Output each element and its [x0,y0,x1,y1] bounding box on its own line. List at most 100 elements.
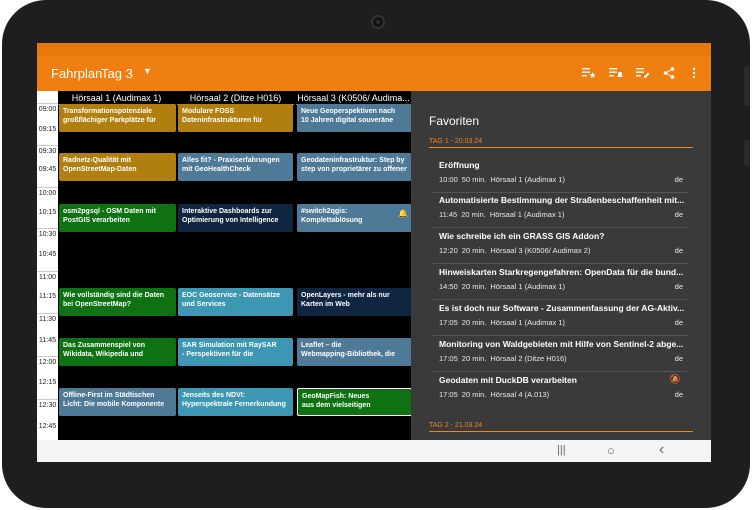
time-label: 10:30 [38,231,57,238]
list-divider [433,299,689,300]
event-card[interactable]: GeoMapFish: Neues aus dem vielseitigen [297,388,411,416]
favorite-item[interactable]: Wie schreibe ich ein GRASS GIS Addon? 12:… [439,231,687,256]
time-tick [37,313,58,314]
event-card[interactable]: Jenseits des NDVI: Hyperspektrale Fernerk… [178,388,293,416]
event-title-line-1: EOC Geoservice - Datensätze [182,292,281,299]
favorite-time: 11:45 [439,210,458,219]
event-title-line-1: Jenseits des NDVI: [182,392,246,399]
event-card[interactable]: OpenLayers - mehr als nur Karten im Web [297,288,411,316]
favorite-time: 14:50 [439,282,458,291]
event-title-line-2: Karten im Web [301,301,350,308]
favorite-item[interactable]: Geodaten mit DuckDB verarbeiten 17:05 20 m… [439,374,687,400]
event-title-line-1: Wie vollständig sind die Daten [63,292,165,299]
event-title-line-2: großflächiger Parkplätze für [63,117,156,124]
recents-button[interactable]: ||| [557,444,566,456]
day-header-2: TAG 2 - 21.03.24 [429,422,693,432]
event-title-line-2: step von proprietärer zu offener [301,166,407,173]
column-header-hoersaal-2: Hörsaal 2 (Ditze H016) [189,93,282,103]
event-card[interactable]: EOC Geoservice - Datensätze und Services [178,288,293,316]
event-title-line-1: OpenLayers - mehr als nur [301,292,390,299]
event-title-line-2: Optimierung von Intelligence [182,217,279,224]
favorite-item[interactable]: Es ist doch nur Software - Zusammenfassu… [439,303,687,328]
list-divider [433,192,689,193]
dropdown-caret-icon[interactable]: ▼ [143,66,152,76]
playlist-star-icon[interactable] [581,65,597,81]
event-card[interactable]: Interaktive Dashboards zur Optimierung vo… [178,204,293,232]
event-title-line-2: OpenStreetMap-Daten [63,166,137,173]
home-button[interactable]: ○ [607,443,615,458]
time-label: 09:15 [38,126,57,133]
event-card[interactable]: Wie vollständig sind die Daten bei OpenSt… [59,288,176,316]
event-card[interactable]: Das Zusammenspiel von Wikidata, Wikipedia… [59,338,176,366]
event-card[interactable]: Leaflet – die Webmapping-Bibliothek, die [297,338,411,366]
time-tick [37,228,58,229]
time-label: 12:00 [38,359,57,366]
event-title-line-1: osm2pgsql - OSM Daten mit [63,208,156,215]
favorite-room: Hörsaal 1 (Audimax 1) [490,318,566,327]
time-label: 12:15 [38,379,57,386]
time-label: 11:30 [39,316,56,323]
favorite-meta: 17:05 20 min. Hörsaal 2 (Ditze H016) de [439,354,687,364]
time-label: 10:45 [38,251,57,258]
favorite-language: de [674,354,683,363]
favorite-duration: 20 min. [461,354,487,363]
time-label: 12:30 [38,402,57,409]
time-tick [37,187,58,188]
event-title-line-2: 10 Jahren digital souveräne [301,117,394,124]
event-title-line-1: GeoMapFish: Neues [302,393,370,400]
event-card[interactable]: #switch2qgis: Komplettablösung 🔔 [297,204,411,232]
day-selector[interactable]: Tag 3 [101,66,133,81]
favorite-duration: 50 min. [461,175,487,184]
favorite-time: 12:20 [439,246,458,255]
favorite-language: de [674,282,683,291]
favorite-item[interactable]: Monitoring von Waldgebieten mit Hilfe vo… [439,339,687,364]
list-divider [433,263,689,264]
favorite-meta: 12:20 20 min. Hörsaal 3 (K0506/ Audimax 2)… [439,246,687,256]
more-vert-icon[interactable] [686,65,702,81]
list-divider [433,335,689,336]
event-title-line-1: Modulare FOSS [182,108,235,115]
favorite-title: Wie schreibe ich ein GRASS GIS Addon? [439,231,605,241]
playlist-bell-icon[interactable] [608,65,624,81]
playlist-edit-icon[interactable] [635,65,651,81]
favorite-time: 17:05 [439,318,458,327]
time-label: 09:00 [38,106,57,113]
alarm-off-icon[interactable]: 🔕 [670,374,681,385]
favorite-item[interactable]: Eröffnung 10:00 50 min. Hörsaal 1 (Audimax … [439,160,687,185]
event-title-line-2: Dateninfrastrukturen für [182,117,263,124]
time-label: 12:45 [38,423,57,430]
event-card[interactable]: Modulare FOSS Dateninfrastrukturen für [178,104,293,132]
share-icon[interactable] [661,65,677,81]
system-nav-bar: ||| ○ ‹ [37,440,711,462]
event-card[interactable]: SAR Simulation mit RaySAR - Perspektiven … [178,338,293,366]
event-card[interactable]: Transformationspotenziale großflächiger P… [59,104,176,132]
event-card[interactable]: osm2pgsql - OSM Daten mit PostGIS verarbe… [59,204,176,232]
event-card[interactable]: Alles fit? - Praxiserfahrungen mit GeoHea… [178,153,293,181]
time-label: 10:00 [38,190,57,197]
event-card[interactable]: Offline-First im Städtischen Licht: Die m… [59,388,176,416]
favorite-duration: 20 min. [461,282,487,291]
favorites-panel: Favoriten TAG 1 - 20.03.24 Eröffnung 10:0… [411,91,711,440]
favorite-title: Monitoring von Waldgebieten mit Hilfe vo… [439,339,684,349]
favorite-language: de [674,210,683,219]
favorite-item[interactable]: Hinweiskarten Starkregengefahren: OpenDa… [439,267,687,292]
favorite-language: de [674,390,683,399]
event-title-line-2: - Perspektiven für die [182,351,254,358]
time-tick [37,356,58,357]
event-card[interactable]: Geodateninfrastruktur: Step by step von p… [297,153,411,181]
event-card[interactable]: Neue Geoperspektiven nach 10 Jahren digit… [297,104,411,132]
back-button[interactable]: ‹ [659,441,664,459]
time-tick [37,145,58,146]
event-title-line-1: Radnetz-Qualität mit [63,157,132,164]
event-title-line-1: Interaktive Dashboards zur [182,208,272,215]
favorite-item[interactable]: Automatisierte Bestimmung der Straßenbes… [439,195,687,220]
time-label: 09:30 [38,148,57,155]
event-title-line-2: PostGIS verarbeiten [63,217,130,224]
favorite-meta: 17:05 20 min. Hörsaal 4 (A.013) de [439,390,687,400]
event-title-line-2: Komplettablösung [301,217,363,224]
event-title-line-1: Geodateninfrastruktur: Step by [301,157,405,164]
schedule-grid[interactable]: 09:00 09:15 09:30 09:45 10:00 10:15 10:30 10:45… [37,91,411,440]
event-title-line-1: Offline-First im Städtischen [63,392,155,399]
event-card[interactable]: Radnetz-Qualität mit OpenStreetMap-Daten [59,153,176,181]
favorite-room: Hörsaal 1 (Audimax 1) [490,282,566,291]
